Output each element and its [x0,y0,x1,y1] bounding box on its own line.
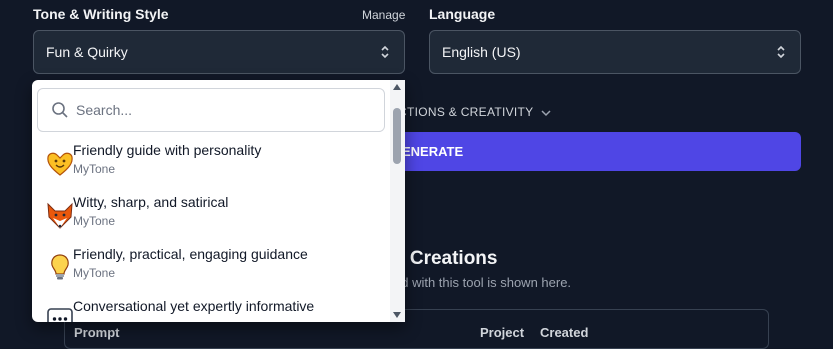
heart-face-icon [47,152,73,176]
tone-label: Tone & Writing Style [33,6,169,22]
dropdown-option[interactable]: Friendly, practical, engaging guidance M… [32,246,392,298]
generate-button-label: ENERATE [402,144,464,159]
column-header-prompt[interactable]: Prompt [74,325,120,340]
dropdown-option[interactable]: Friendly guide with personality MyTone [32,142,392,194]
scrollbar-thumb[interactable] [393,108,401,164]
dropdown-search[interactable] [37,88,385,132]
history-subtitle: ed with this tool is shown here. [394,275,572,290]
chevron-down-icon [541,110,551,116]
scroll-up-arrow-icon[interactable] [393,84,401,90]
option-source: MyTone [73,266,116,280]
option-title: Friendly, practical, engaging guidance [73,246,308,262]
option-source: MyTone [73,162,116,176]
fox-icon [47,202,73,229]
search-input[interactable] [74,101,368,119]
option-title: Witty, sharp, and satirical [73,194,229,210]
dropdown-option[interactable]: Conversational yet expertly informative [32,298,392,322]
manage-link[interactable]: Manage [362,8,405,22]
language-select[interactable]: English (US) [429,30,801,74]
advanced-options-toggle[interactable]: CTIONS & CREATIVITY [398,105,551,119]
dropdown-scrollbar[interactable] [390,80,405,322]
chevron-updown-icon [777,45,785,59]
advanced-options-label: CTIONS & CREATIVITY [398,105,534,119]
language-select-value: English (US) [442,44,521,60]
tone-select[interactable]: Fun & Quirky [33,30,405,74]
option-title: Conversational yet expertly informative [73,298,315,314]
column-header-project[interactable]: Project [480,325,524,340]
history-title: s Creations [394,248,498,269]
column-header-created[interactable]: Created [540,325,588,340]
generate-button[interactable]: ENERATE [394,132,801,171]
option-source: MyTone [73,214,116,228]
tone-dropdown-menu: Friendly guide with personality MyTone W… [32,80,405,322]
search-icon [52,102,68,118]
chevron-updown-icon [381,45,389,59]
dropdown-option[interactable]: Witty, sharp, and satirical MyTone [32,194,392,246]
tone-select-value: Fun & Quirky [46,44,128,60]
speech-bubble-icon [47,308,73,322]
option-title: Friendly guide with personality [73,142,262,158]
scroll-down-arrow-icon[interactable] [393,312,401,318]
lightbulb-icon [51,254,69,280]
language-label: Language [429,6,496,22]
